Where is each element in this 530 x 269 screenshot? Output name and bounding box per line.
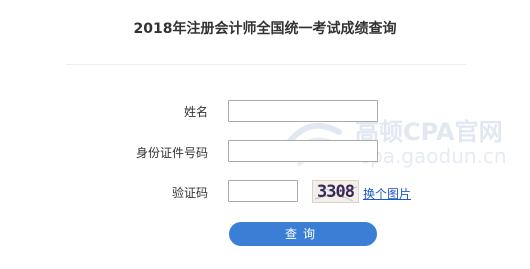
name-input[interactable] [228, 100, 378, 122]
id-number-input[interactable] [228, 140, 378, 162]
refresh-captcha-link[interactable]: 换个图片 [363, 185, 411, 202]
captcha-label: 验证码 [171, 186, 208, 200]
page-title: 2018年注册会计师全国统一考试成绩查询 [133, 21, 397, 37]
query-button[interactable]: 查询 [229, 222, 377, 246]
captcha-image[interactable]: 3308 [312, 180, 359, 203]
captcha-input[interactable] [228, 180, 298, 202]
watermark-url: cpa.gaodun.cn [359, 144, 507, 168]
id-number-label: 身份证件号码 [135, 146, 208, 160]
captcha-text: 3308 [317, 182, 355, 202]
divider [66, 64, 466, 65]
name-label: 姓名 [183, 105, 208, 119]
